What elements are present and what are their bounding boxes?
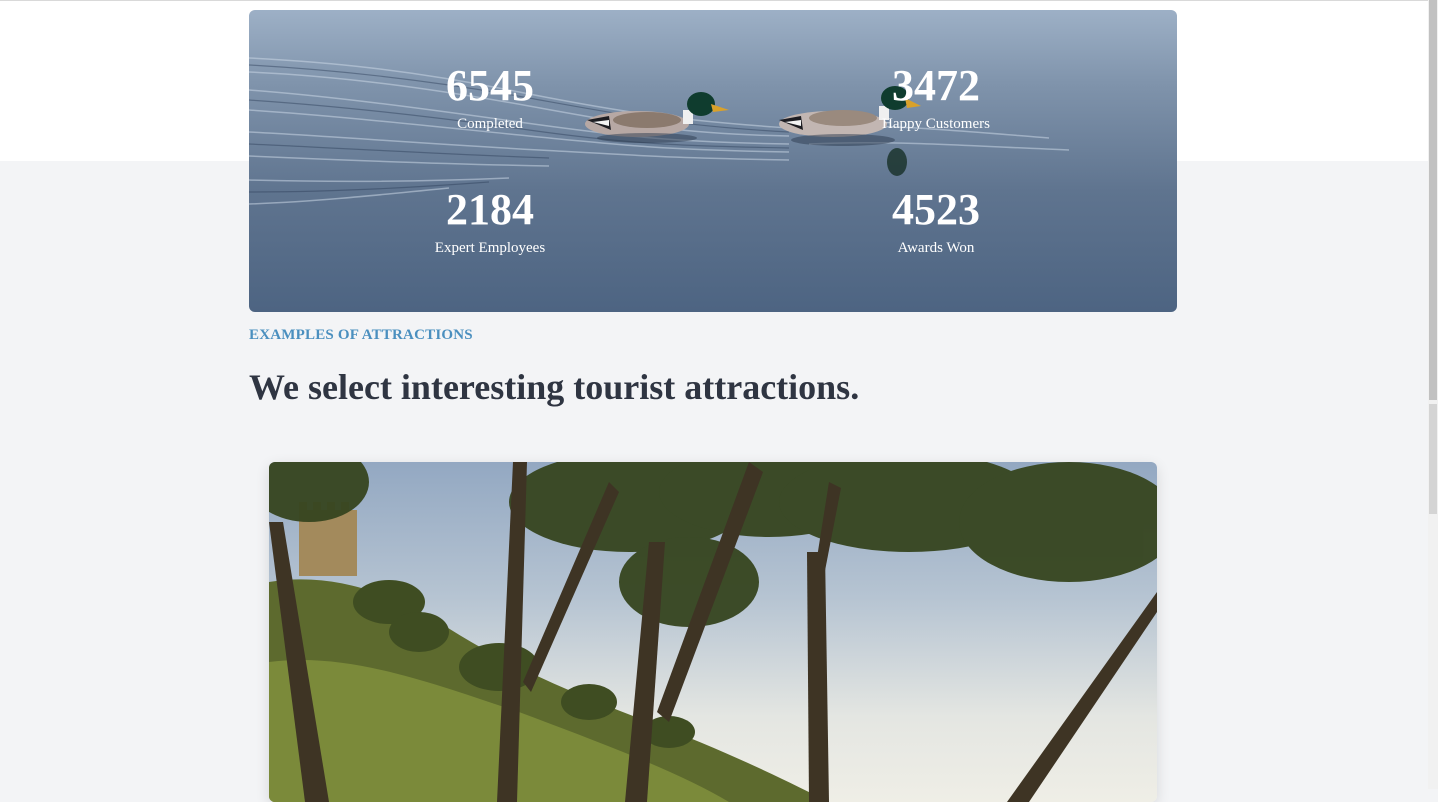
- stat-happy-customers: 3472 Happy Customers: [816, 62, 1056, 134]
- stat-value: 2184: [446, 185, 534, 234]
- stat-expert-employees: 2184 Expert Employees: [370, 186, 610, 258]
- stat-label: Completed: [457, 116, 523, 132]
- stat-label: Awards Won: [897, 240, 975, 256]
- stat-value: 3472: [892, 61, 980, 110]
- stat-label: Happy Customers: [882, 116, 990, 132]
- ducks-on-water-image: [249, 57, 1070, 205]
- page-scrollbar[interactable]: [1428, 0, 1438, 789]
- castle-and-pine-trees-image: [269, 462, 1157, 802]
- attractions-heading: We select interesting tourist attraction…: [249, 367, 860, 407]
- stat-completed: 6545 Completed: [370, 62, 610, 134]
- stat-value: 4523: [892, 185, 980, 234]
- attraction-photo-card[interactable]: [269, 462, 1157, 802]
- stat-awards-won: 4523 Awards Won: [816, 186, 1056, 258]
- stat-value: 6545: [446, 61, 534, 110]
- attractions-eyebrow: EXAMPLES OF ATTRACTIONS: [249, 327, 473, 343]
- stat-label: Expert Employees: [434, 240, 546, 256]
- scrollbar-track-segment: [1429, 404, 1437, 514]
- stats-banner: 6545 Completed 3472 Happy Customers 2184…: [249, 10, 1177, 312]
- scrollbar-thumb[interactable]: [1429, 0, 1437, 400]
